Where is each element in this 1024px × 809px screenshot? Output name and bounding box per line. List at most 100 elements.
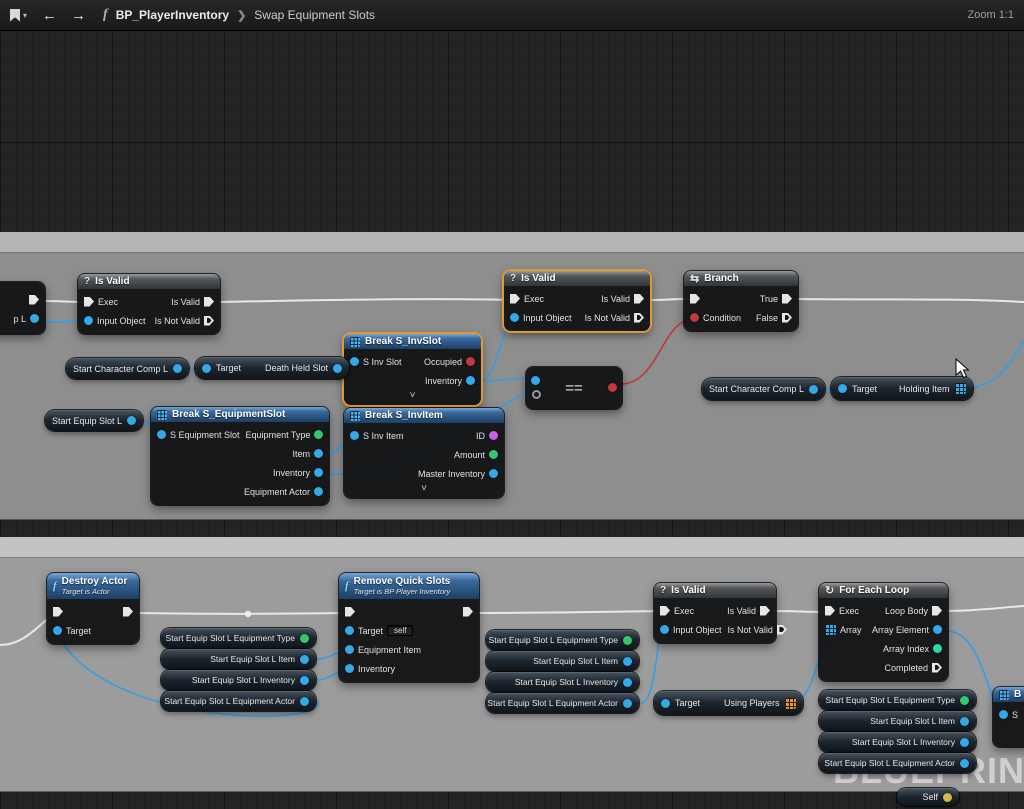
exec-in-pin[interactable] <box>825 606 835 616</box>
compare-in-pin-b[interactable] <box>532 390 541 399</box>
loop-body-exec-pin[interactable] <box>932 606 942 616</box>
exec-in-pin[interactable] <box>84 297 94 307</box>
exec-out-pin[interactable] <box>123 607 133 617</box>
pill-group-middle-row[interactable]: Start Equip Slot L Inventory <box>486 672 639 692</box>
exec-out-pin[interactable] <box>760 606 770 616</box>
node-left-clipped[interactable]: p L <box>0 282 45 334</box>
exec-out-pin[interactable] <box>29 295 39 305</box>
node-right-clipped[interactable]: B S <box>993 687 1024 747</box>
equipment-actor-out-pin[interactable] <box>300 697 309 706</box>
struct-in-pin[interactable] <box>157 430 166 439</box>
item-pin[interactable] <box>314 449 323 458</box>
target-default-value[interactable]: self <box>387 625 413 636</box>
pill-group-left-row[interactable]: Start Equip Slot L Inventory <box>161 670 316 690</box>
collapse-chevron-icon[interactable]: ˅ <box>344 483 504 494</box>
object-out-pin[interactable] <box>333 364 342 373</box>
target-in-pin[interactable] <box>661 699 670 708</box>
bool-out-pin[interactable] <box>608 383 617 392</box>
exec-out-pin[interactable] <box>634 313 644 323</box>
target-pin[interactable] <box>53 626 62 635</box>
pill-group-middle-row[interactable]: Start Equip Slot L Item <box>486 651 639 671</box>
node-break-inv-item[interactable]: Break S_InvItem S Inv Item ID Amount Mas… <box>344 408 504 498</box>
object-out-pin[interactable] <box>127 416 136 425</box>
equipment-type-out-pin[interactable] <box>623 636 632 645</box>
node-equals[interactable]: == <box>526 367 622 409</box>
array-element-pin[interactable] <box>933 625 942 634</box>
array-index-pin[interactable] <box>933 644 942 653</box>
target-in-pin[interactable] <box>838 384 847 393</box>
amount-pin[interactable] <box>489 450 498 459</box>
array-in-pin[interactable] <box>825 624 836 635</box>
pill-group-left-row[interactable]: Start Equip Slot L Equipment Type <box>161 628 316 648</box>
equipment-type-out-pin[interactable] <box>300 634 309 643</box>
target-in-pin[interactable] <box>202 364 211 373</box>
node-branch[interactable]: ⇆ Branch True Condition False <box>684 271 798 331</box>
exec-out-pin[interactable] <box>634 294 644 304</box>
completed-exec-pin[interactable] <box>932 663 942 673</box>
equipment-actor-out-pin[interactable] <box>623 699 632 708</box>
exec-in-pin[interactable] <box>510 294 520 304</box>
exec-in-pin[interactable] <box>660 606 670 616</box>
exec-in-pin[interactable] <box>53 607 63 617</box>
pill-group-left-row[interactable]: Start Equip Slot L Item <box>161 649 316 669</box>
forward-button[interactable]: → <box>68 8 89 23</box>
node-is-valid-1[interactable]: ? Is Valid Exec Is Valid Input Object Is… <box>78 274 220 334</box>
input-object-pin[interactable] <box>510 313 519 322</box>
back-button[interactable]: ← <box>39 8 60 23</box>
pill-group-right-row[interactable]: Start Equip Slot L Inventory <box>819 732 976 752</box>
inventory-pin[interactable] <box>314 468 323 477</box>
occupied-pin[interactable] <box>466 357 475 366</box>
condition-pin[interactable] <box>690 313 699 322</box>
true-exec-out-pin[interactable] <box>782 294 792 304</box>
array-out-pin[interactable] <box>955 383 966 394</box>
pill-using-players[interactable]: Target Using Players <box>654 691 803 715</box>
exec-out-pin[interactable] <box>204 316 214 326</box>
breadcrumb-page[interactable]: Swap Equipment Slots <box>254 8 375 22</box>
inventory-out-pin[interactable] <box>300 676 309 685</box>
inventory-out-pin[interactable] <box>623 678 632 687</box>
node-for-each-loop[interactable]: ↻ For Each Loop Exec Loop Body Array Arr… <box>819 583 948 681</box>
pill-group-right-row[interactable]: Start Equip Slot L Equipment Actor <box>819 753 976 773</box>
pill-start-character-comp-2[interactable]: Start Character Comp L <box>702 378 825 400</box>
pill-self[interactable]: Self <box>897 788 959 806</box>
exec-out-pin[interactable] <box>777 625 787 635</box>
item-out-pin[interactable] <box>300 655 309 664</box>
inventory-out-pin[interactable] <box>960 738 969 747</box>
input-object-pin[interactable] <box>660 625 669 634</box>
pill-group-middle-row[interactable]: Start Equip Slot L Equipment Type <box>486 630 639 650</box>
inventory-pin[interactable] <box>345 664 354 673</box>
exec-out-pin[interactable] <box>463 607 473 617</box>
node-break-equipment-slot[interactable]: Break S_EquipmentSlot S Equipment Slot E… <box>151 407 329 505</box>
false-exec-out-pin[interactable] <box>782 313 792 323</box>
object-out-pin[interactable] <box>30 314 39 323</box>
compare-in-pin-a[interactable] <box>531 376 540 385</box>
exec-in-pin[interactable] <box>345 607 355 617</box>
pill-start-character-comp-1[interactable]: Start Character Comp L <box>66 358 189 379</box>
self-out-pin[interactable] <box>943 793 952 802</box>
struct-in-pin[interactable] <box>999 710 1008 719</box>
pill-holding-item[interactable]: Target Holding Item <box>831 377 973 400</box>
pill-death-held-slot[interactable]: Target Death Held Slot <box>195 357 349 379</box>
node-is-valid-3[interactable]: ? Is Valid Exec Is Valid Input Object Is… <box>654 583 776 643</box>
equipment-actor-out-pin[interactable] <box>960 759 969 768</box>
node-destroy-actor[interactable]: f Destroy Actor Target is Actor Target <box>47 573 139 644</box>
blueprint-graph-canvas[interactable]: BLUEPRINT <box>0 0 1024 809</box>
master-inventory-pin[interactable] <box>489 469 498 478</box>
pill-group-middle-row[interactable]: Start Equip Slot L Equipment Actor <box>486 693 639 713</box>
comment-band-top-header[interactable] <box>0 232 1024 253</box>
pill-group-right-row[interactable]: Start Equip Slot L Item <box>819 711 976 731</box>
comment-band-bottom-header[interactable] <box>0 537 1024 558</box>
node-is-valid-2-selected[interactable]: ? Is Valid Exec Is Valid Input Object Is… <box>504 271 650 331</box>
equipment-item-pin[interactable] <box>345 645 354 654</box>
equipment-type-out-pin[interactable] <box>960 696 969 705</box>
target-pin[interactable] <box>345 626 354 635</box>
equipment-actor-pin[interactable] <box>314 487 323 496</box>
inventory-pin[interactable] <box>466 376 475 385</box>
pill-group-right-row[interactable]: Start Equip Slot L Equipment Type <box>819 690 976 710</box>
node-break-inv-slot-selected[interactable]: Break S_InvSlot S Inv Slot Occupied Inve… <box>344 334 481 405</box>
node-remove-quick-slots[interactable]: f Remove Quick Slots Target is BP Player… <box>339 573 479 682</box>
exec-in-pin[interactable] <box>690 294 700 304</box>
item-out-pin[interactable] <box>960 717 969 726</box>
equipment-type-pin[interactable] <box>314 430 323 439</box>
input-object-pin[interactable] <box>84 316 93 325</box>
